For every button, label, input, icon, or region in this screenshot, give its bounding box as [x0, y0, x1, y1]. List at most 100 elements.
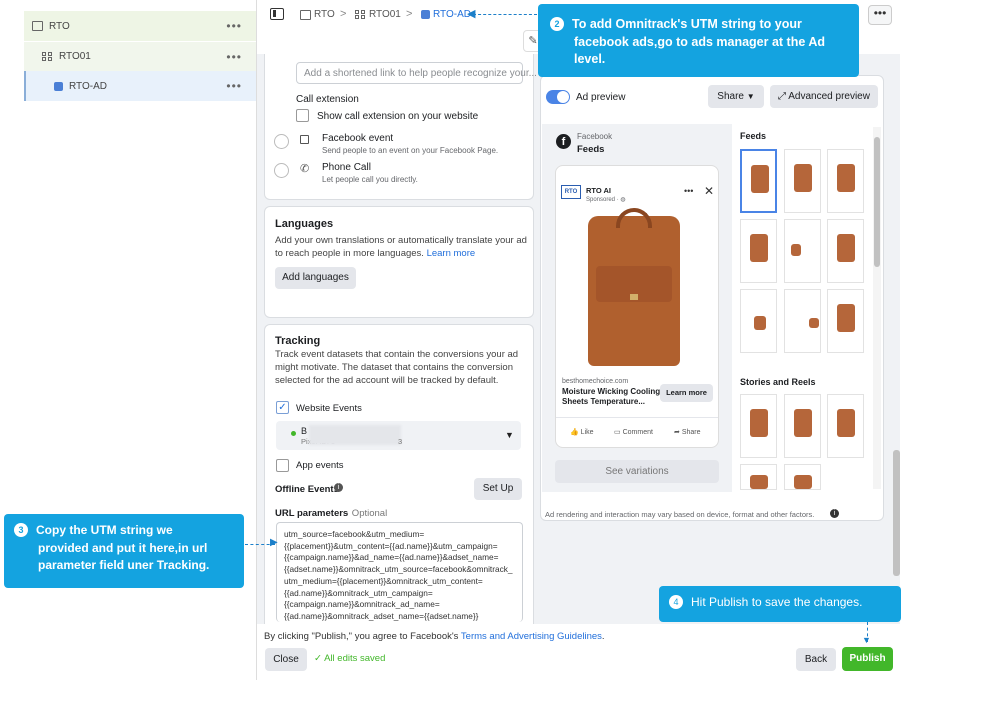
more-icon[interactable]: •••	[226, 79, 242, 93]
placement-thumb[interactable]	[784, 149, 821, 213]
breadcrumb-rto-ad[interactable]: RTO-AD	[421, 9, 471, 20]
thumb-image	[837, 409, 855, 437]
sponsored-text: Sponsored ·	[586, 197, 621, 203]
placement-thumb[interactable]	[740, 464, 777, 490]
callout-connector	[473, 14, 537, 15]
url-params-line: utm_medium={{placement}}&omnitrack_utm_c…	[284, 575, 483, 586]
tree-item-rto01[interactable]: RTO01 •••	[24, 41, 256, 71]
more-icon[interactable]: •••	[684, 186, 693, 196]
languages-title: Languages	[275, 218, 334, 230]
arrow-down-icon: ▼	[862, 635, 871, 645]
chevron-right-icon: >	[340, 8, 347, 20]
placement-thumb[interactable]	[740, 219, 777, 283]
scrollbar-thumb[interactable]	[874, 137, 880, 267]
more-icon[interactable]: •••	[226, 50, 242, 64]
learn-more-button[interactable]: Learn more	[660, 384, 713, 402]
phone-call-desc: Let people call you directly.	[322, 175, 418, 184]
advanced-preview-button[interactable]: ⤢ Advanced preview	[770, 85, 878, 108]
info-icon[interactable]: i	[334, 483, 343, 492]
ad-domain: besthomechoice.com	[562, 378, 629, 385]
like-label: Like	[580, 429, 594, 436]
page-logo: RTO	[561, 185, 581, 199]
folder-icon	[32, 21, 43, 31]
ad-image	[556, 206, 718, 374]
placement-thumb[interactable]	[784, 219, 821, 283]
placement-thumb[interactable]	[784, 464, 821, 490]
saved-label: All edits saved	[324, 653, 386, 664]
share-action[interactable]: ➦ Share	[674, 428, 701, 436]
ad-headline: Sheets Temperature...	[562, 397, 645, 406]
like-action[interactable]: 👍 Like	[570, 428, 594, 436]
info-icon[interactable]: i	[830, 509, 839, 518]
dataset-name: B	[301, 426, 308, 436]
close-icon[interactable]: ✕	[704, 184, 714, 198]
publish-button[interactable]: Publish	[842, 647, 893, 671]
comment-action[interactable]: ▭ Comment	[614, 428, 653, 436]
terms-link[interactable]: Terms and Advertising Guidelines	[461, 631, 602, 642]
languages-desc: Add your own translations or automatical…	[275, 235, 527, 246]
facebook-event-radio[interactable]	[274, 134, 289, 149]
close-button[interactable]: Close	[265, 648, 307, 671]
thumb-image	[754, 316, 766, 330]
placement-thumb[interactable]	[827, 149, 864, 213]
callout-line: 3 Copy the UTM string we	[14, 522, 244, 540]
optional-label: · Optional	[346, 508, 388, 519]
phone-call-radio[interactable]	[274, 163, 289, 178]
url-params-line: {{adset.name}}&omnitrack_utm_source=face…	[284, 564, 513, 575]
app-events-checkbox[interactable]	[276, 459, 289, 472]
see-variations-button[interactable]: See variations	[555, 460, 719, 483]
thumb-image	[794, 409, 812, 437]
app-events-label: App events	[296, 460, 344, 471]
preview-disclaimer: Ad rendering and interaction may vary ba…	[545, 510, 815, 519]
callout-text: facebook ads,go to ads manager at the Ad	[574, 34, 825, 49]
tree-item-rto[interactable]: RTO •••	[24, 11, 256, 41]
breadcrumb-rto01[interactable]: RTO01	[355, 9, 401, 20]
ad-preview-label: Ad preview	[576, 92, 626, 103]
arrow-left-icon: ◀	[467, 8, 476, 20]
placement-thumb[interactable]	[740, 289, 777, 353]
placement-thumb[interactable]	[784, 394, 821, 458]
placement-thumb[interactable]	[827, 289, 864, 353]
step-number: 2	[550, 17, 564, 31]
link-input[interactable]: Add a shortened link to help people reco…	[296, 62, 537, 84]
url-params-textarea[interactable]: utm_source=facebook&utm_medium= {{placem…	[276, 522, 523, 622]
callout-step-2: 2 To add Omnitrack's UTM string to your f…	[538, 4, 859, 77]
website-events-checkbox[interactable]: ✓	[276, 401, 289, 414]
placement-thumb[interactable]	[827, 219, 864, 283]
placement-thumb[interactable]	[784, 289, 821, 353]
chevron-right-icon: >	[406, 8, 413, 20]
stories-section-title: Stories and Reels	[740, 377, 816, 387]
thumb-image	[751, 165, 769, 193]
url-params-line: {{placement}}&utm_content={{ad.name}}&ut…	[284, 540, 498, 551]
terms-suffix: .	[601, 631, 605, 642]
check-icon: ✓	[314, 653, 322, 664]
learn-more-link[interactable]: Learn more	[427, 248, 476, 259]
placement-thumb[interactable]	[740, 394, 777, 458]
sidebar-toggle-icon[interactable]	[270, 8, 284, 20]
ad-preview-toggle[interactable]	[546, 90, 570, 104]
platform-label: Facebook	[577, 132, 613, 141]
thumb-image	[837, 304, 855, 332]
callout-text: Copy the UTM string we	[36, 523, 173, 537]
dataset-select[interactable]: B Pixel ID: 5 3 ▼	[276, 421, 521, 450]
share-button[interactable]: Share ▼	[708, 85, 764, 108]
call-extension-checkbox[interactable]	[296, 109, 309, 122]
status-dot	[291, 431, 296, 436]
comment-icon: ▭	[614, 429, 621, 436]
tree-item-rto-ad[interactable]: RTO-AD •••	[24, 71, 256, 101]
scrollbar[interactable]	[873, 127, 881, 489]
url-params-line: utm_source=facebook&utm_medium=	[284, 529, 425, 539]
page-scrollbar-thumb[interactable]	[893, 450, 900, 576]
more-icon[interactable]: •••	[226, 19, 242, 33]
more-options-button[interactable]: •••	[868, 5, 892, 25]
breadcrumb-rto[interactable]: RTO	[300, 9, 335, 20]
setup-button[interactable]: Set Up	[474, 478, 522, 500]
back-button[interactable]: Back	[796, 648, 836, 671]
placement-thumb[interactable]	[827, 394, 864, 458]
callout-text: Hit Publish to save the changes.	[691, 595, 863, 609]
phone-call-title: Phone Call	[322, 162, 371, 173]
thumb-image	[837, 234, 855, 262]
add-languages-button[interactable]: Add languages	[275, 267, 356, 289]
offline-events-label: Offline Events	[275, 484, 339, 495]
placement-thumb[interactable]	[740, 149, 777, 213]
